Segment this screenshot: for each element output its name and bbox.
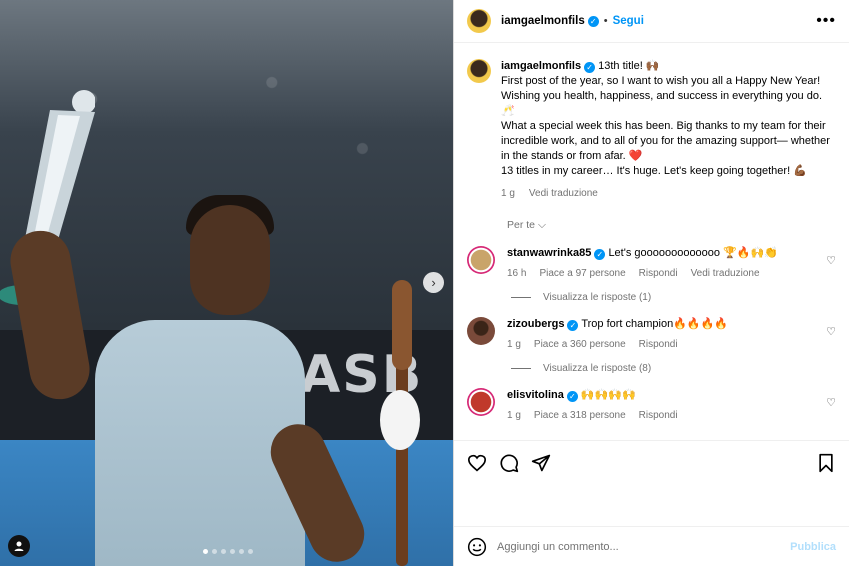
comment: zizoubergs ✓ Trop fort champion🔥🔥🔥🔥 1 g P…	[467, 317, 836, 350]
comment-text: Let's gooooooooooooo 🏆🔥🙌👏	[608, 247, 778, 259]
post-header: iamgaelmonfils ✓ • Segui •••	[454, 0, 849, 43]
view-replies-button[interactable]: Visualizza le risposte (1)	[511, 292, 836, 303]
caption: iamgaelmonfils ✓ 13th title! 🙌🏾 First pos…	[467, 59, 836, 201]
carousel-indicator	[203, 549, 253, 554]
publish-button[interactable]: Pubblica	[790, 541, 836, 553]
translate-link[interactable]: Vedi traduzione	[691, 268, 760, 279]
tagged-users-button[interactable]	[8, 535, 30, 557]
comment: stanwawrinka85 ✓ Let's gooooooooooooo 🏆🔥🙌…	[467, 246, 836, 279]
carousel-next-button[interactable]: ›	[423, 272, 444, 293]
comment-text: Trop fort champion🔥🔥🔥🔥	[581, 318, 729, 330]
comment-username[interactable]: zizoubergs	[507, 318, 564, 330]
carousel-dot	[248, 549, 253, 554]
instagram-post-dialog: ASB › iamgaelmonfils ✓ • Segui ••• iamga…	[0, 0, 849, 566]
comment-likes[interactable]: Piace a 360 persone	[534, 339, 626, 350]
heart-icon[interactable]: ♡	[826, 254, 836, 267]
carousel-dot	[239, 549, 244, 554]
avatar[interactable]	[467, 9, 491, 33]
view-replies-label: Visualizza le risposte (1)	[543, 292, 652, 303]
carousel-dot	[221, 549, 226, 554]
caption-username[interactable]: iamgaelmonfils	[501, 60, 581, 72]
player-head	[190, 205, 270, 315]
separator: •	[603, 15, 608, 27]
like-button[interactable]	[466, 452, 488, 474]
avatar[interactable]	[467, 317, 495, 345]
comment-username[interactable]: stanwawrinka85	[507, 247, 591, 259]
sort-dropdown[interactable]: Per te ⌵	[507, 219, 836, 232]
reply-button[interactable]: Rispondi	[639, 410, 678, 421]
save-button[interactable]	[815, 452, 837, 474]
comment-time[interactable]: 1 g	[507, 339, 521, 350]
caption-line: 13 titles in my career… It's huge. Let's…	[501, 165, 807, 177]
comment-composer: Pubblica	[454, 526, 849, 566]
comment-button[interactable]	[498, 452, 520, 474]
carousel-dot	[230, 549, 235, 554]
caption-timestamp[interactable]: 1 g	[501, 186, 515, 201]
caption-line: What a special week this has been. Big t…	[501, 120, 830, 162]
carousel-dot	[203, 549, 208, 554]
carousel-dot	[212, 549, 217, 554]
comment-time[interactable]: 16 h	[507, 268, 526, 279]
emoji-icon[interactable]	[467, 537, 487, 557]
comments-scroll[interactable]: iamgaelmonfils ✓ 13th title! 🙌🏾 First pos…	[454, 43, 849, 566]
avatar[interactable]	[467, 59, 491, 83]
caption-line: 13th title! 🙌🏾	[598, 60, 660, 72]
divider	[511, 368, 531, 369]
carved-staff-image	[380, 280, 420, 566]
verified-icon: ✓	[587, 15, 599, 27]
reply-button[interactable]: Rispondi	[639, 268, 678, 279]
follow-button[interactable]: Segui	[613, 15, 644, 27]
user-icon	[14, 541, 24, 551]
avatar[interactable]	[467, 388, 495, 416]
comment-text: 🙌🙌🙌🙌	[580, 389, 636, 401]
verified-icon: ✓	[594, 249, 606, 260]
divider	[511, 297, 531, 298]
avatar[interactable]	[467, 246, 495, 274]
share-button[interactable]	[530, 452, 552, 474]
comment-input[interactable]	[497, 540, 791, 553]
chevron-right-icon: ›	[431, 275, 436, 290]
caption-line: First post of the year, so I want to wis…	[501, 75, 823, 117]
author-username[interactable]: iamgaelmonfils	[501, 15, 585, 27]
post-side-panel: iamgaelmonfils ✓ • Segui ••• iamgaelmonf…	[453, 0, 849, 566]
verified-icon: ✓	[584, 62, 596, 73]
comment-time[interactable]: 1 g	[507, 410, 521, 421]
comment: elisvitolina ✓ 🙌🙌🙌🙌 1 g Piace a 318 perso…	[467, 388, 836, 421]
comment-likes[interactable]: Piace a 97 persone	[539, 268, 625, 279]
heart-icon	[467, 454, 487, 471]
view-replies-button[interactable]: Visualizza le risposte (8)	[511, 363, 836, 374]
verified-icon: ✓	[566, 391, 578, 402]
heart-icon[interactable]: ♡	[826, 396, 836, 409]
send-icon	[531, 454, 551, 471]
action-bar	[454, 440, 849, 484]
translate-link[interactable]: Vedi traduzione	[529, 186, 598, 201]
view-replies-label: Visualizza le risposte (8)	[543, 363, 652, 374]
comment-icon	[500, 453, 519, 472]
reply-button[interactable]: Rispondi	[639, 339, 678, 350]
verified-icon: ✓	[567, 320, 579, 331]
bookmark-icon	[819, 453, 833, 472]
more-options-icon[interactable]: •••	[816, 12, 836, 30]
comment-username[interactable]: elisvitolina	[507, 389, 564, 401]
chevron-down-icon: ⌵	[537, 219, 546, 231]
sort-label: Per te	[507, 219, 536, 231]
comment-likes[interactable]: Piace a 318 persone	[534, 410, 626, 421]
heart-icon[interactable]: ♡	[826, 325, 836, 338]
post-photo[interactable]: ASB ›	[0, 0, 453, 566]
